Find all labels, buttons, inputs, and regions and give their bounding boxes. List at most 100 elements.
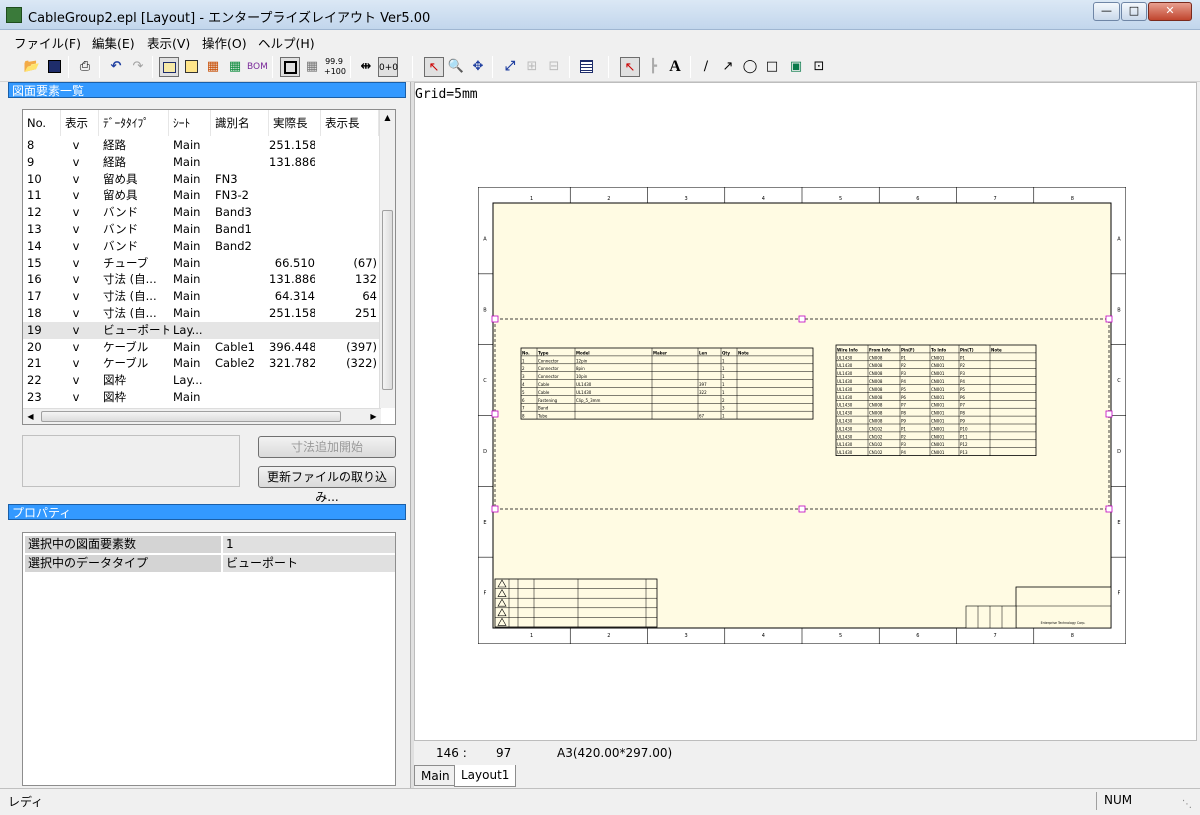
table-cell: CN001 — [931, 363, 945, 368]
pick-tool-icon[interactable]: ↖ — [620, 57, 640, 77]
ellipse-tool-icon[interactable]: ◯ — [740, 57, 760, 77]
selection-handle — [491, 315, 499, 323]
frame-icon[interactable] — [280, 57, 300, 77]
select-arrow-icon[interactable]: ↖ — [424, 57, 444, 77]
list-vertical-scrollbar[interactable]: ▲ — [379, 110, 395, 408]
col-header-display-length[interactable]: 表示長 — [321, 110, 379, 136]
frame-tool-icon[interactable]: ⊡ — [809, 57, 829, 77]
table-row[interactable]: 19 v ビューポート Lay... — [23, 321, 379, 339]
property-value[interactable]: ビューポート — [223, 555, 395, 572]
tab-main[interactable]: Main — [414, 765, 457, 786]
menu-edit[interactable]: 編集(E) — [92, 33, 135, 52]
dimension-icon[interactable]: ⇹ — [356, 57, 376, 77]
col-header-datatype[interactable]: ﾃﾞｰﾀﾀｲﾌﾟ — [99, 110, 169, 136]
menu-file[interactable]: ファイル(F) — [14, 33, 81, 52]
minimize-button[interactable]: — — [1093, 2, 1120, 21]
menu-operation[interactable]: 操作(O) — [202, 33, 247, 52]
table-header-cell: Pin(F) — [901, 347, 915, 352]
zoom-in-icon[interactable]: ⊞ — [522, 57, 542, 77]
text-tool-icon[interactable]: A — [665, 57, 685, 77]
col-header-sheet[interactable]: ｼｰﾄ — [169, 110, 211, 136]
cell-no: 19 — [27, 322, 42, 337]
undo-icon[interactable]: ↶ — [106, 57, 126, 77]
resize-grip-icon[interactable]: ⋱ — [1182, 799, 1192, 810]
scroll-left-icon[interactable]: ◀ — [23, 409, 38, 424]
cell-datatype: 留め具 — [103, 188, 138, 203]
decimal-icon[interactable]: 99.9 +100 — [324, 57, 346, 77]
table-row[interactable]: 18 v 寸法 (自... Main 251.158 251 — [23, 305, 379, 322]
col-header-visible[interactable]: 表示 — [61, 110, 99, 136]
zoom-out-icon[interactable]: ⊟ — [544, 57, 564, 77]
drawing-canvas[interactable]: Grid=5mm 1 1 2 2 3 3 4 4 5 5 6 6 7 7 8 8 A A B B C C D D E E F F No.… — [414, 82, 1197, 741]
maximize-button[interactable]: □ — [1121, 2, 1147, 21]
scroll-up-icon[interactable]: ▲ — [380, 110, 395, 125]
table-row[interactable]: 11 v 留め具 Main FN3-2 — [23, 187, 379, 204]
scroll-thumb[interactable] — [382, 210, 393, 390]
pan-icon[interactable]: ✥ — [468, 57, 488, 77]
hscroll-thumb[interactable] — [41, 411, 341, 422]
redo-icon[interactable]: ↷ — [128, 57, 148, 77]
table-row[interactable]: 9 v 経路 Main 131.886 — [23, 154, 379, 171]
sheet-edit-icon[interactable] — [181, 57, 201, 77]
bom-icon[interactable]: BOM — [247, 57, 268, 77]
table-cell: UL1430 — [837, 442, 853, 447]
table-row[interactable]: 15 v チューブ Main 66.510 (67) — [23, 255, 379, 272]
tab-layout1[interactable]: Layout1 — [454, 765, 517, 787]
add-dimension-button[interactable]: 寸法追加開始 — [258, 436, 396, 458]
table-cell: CN008 — [869, 395, 883, 400]
properties-icon[interactable] — [576, 57, 596, 77]
save-icon[interactable] — [44, 57, 64, 77]
table-icon[interactable]: ▦ — [225, 57, 245, 77]
table-row[interactable]: 14 v バンド Main Band2 — [23, 238, 379, 255]
cell-identifier: FN3 — [215, 171, 238, 186]
table-cell: 8pin — [576, 366, 585, 371]
import-update-button[interactable]: 更新ファイルの取り込み... — [258, 466, 396, 504]
drawing-sheet[interactable]: 1122334455667788A AB BC CD DE EF FNo.12345678T… — [478, 187, 1126, 644]
scroll-right-icon[interactable]: ▶ — [366, 409, 381, 424]
col-number-top: 7 — [994, 196, 997, 202]
title-bar[interactable]: CableGroup2.epl [Layout] - エンタープライズレイアウト… — [0, 0, 1200, 30]
table-cell: CN001 — [931, 419, 945, 424]
app-icon[interactable] — [6, 7, 22, 23]
parts-icon[interactable]: ▦ — [203, 57, 223, 77]
grid-icon[interactable]: ▦ — [302, 57, 322, 77]
table-row[interactable]: 8 v 経路 Main 251.158 — [23, 137, 379, 154]
line-tool-icon[interactable]: ∕ — [696, 57, 716, 77]
table-cell: P3 — [901, 371, 906, 376]
fit-all-icon[interactable]: ⤢ — [500, 57, 520, 77]
table-row[interactable]: 13 v バンド Main Band1 — [23, 221, 379, 238]
layout-view-icon[interactable] — [159, 57, 179, 77]
col-header-no[interactable]: No. — [23, 110, 61, 136]
table-row[interactable]: 20 v ケーブル Main Cable1 396.448 (397) — [23, 339, 379, 356]
close-button[interactable]: ✕ — [1148, 2, 1192, 21]
table-row[interactable]: 16 v 寸法 (自... Main 131.886 132 — [23, 271, 379, 288]
col-header-identifier[interactable]: 識別名 — [211, 110, 269, 136]
menu-help[interactable]: ヘルプ(H) — [258, 33, 315, 52]
print-icon[interactable]: ⎙ — [75, 57, 95, 77]
list-horizontal-scrollbar[interactable]: ◀ ▶ — [23, 408, 381, 424]
dimension-tool-icon[interactable]: ┣ — [643, 57, 663, 77]
table-row[interactable]: 22 v 図枠 Lay... — [23, 372, 379, 389]
table-row[interactable]: 21 v ケーブル Main Cable2 321.782 (322) — [23, 355, 379, 372]
cell-visible: v — [72, 306, 80, 320]
image-tool-icon[interactable]: ▣ — [786, 57, 806, 77]
cell-actual-length: 321.782 — [269, 356, 315, 371]
menu-view[interactable]: 表示(V) — [147, 33, 190, 52]
arrow-tool-icon[interactable]: ↗ — [718, 57, 738, 77]
table-row[interactable]: 23 v 図枠 Main — [23, 389, 379, 406]
cell-no: 16 — [27, 272, 42, 287]
open-folder-icon[interactable]: 📂 — [22, 57, 42, 77]
col-number-bottom: 8 — [1071, 633, 1074, 639]
cell-no: 12 — [27, 205, 42, 220]
table-row[interactable]: 17 v 寸法 (自... Main 64.314 64 — [23, 288, 379, 305]
table-cell: Clip_5_3mm — [576, 398, 601, 403]
table-cell: P8 — [960, 411, 965, 416]
table-row[interactable]: 12 v バンド Main Band3 — [23, 204, 379, 221]
connect-icon[interactable]: 0+0 — [378, 57, 398, 77]
property-value[interactable]: 1 — [223, 536, 395, 553]
col-header-actual-length[interactable]: 実際長 — [269, 110, 321, 136]
element-list[interactable]: No. 表示 ﾃﾞｰﾀﾀｲﾌﾟ ｼｰﾄ 識別名 実際長 表示長 8 v 経路 Main… — [22, 109, 396, 425]
zoom-icon[interactable]: 🔍 — [446, 57, 466, 77]
rectangle-tool-icon[interactable]: □ — [762, 57, 782, 77]
table-row[interactable]: 10 v 留め具 Main FN3 — [23, 171, 379, 188]
